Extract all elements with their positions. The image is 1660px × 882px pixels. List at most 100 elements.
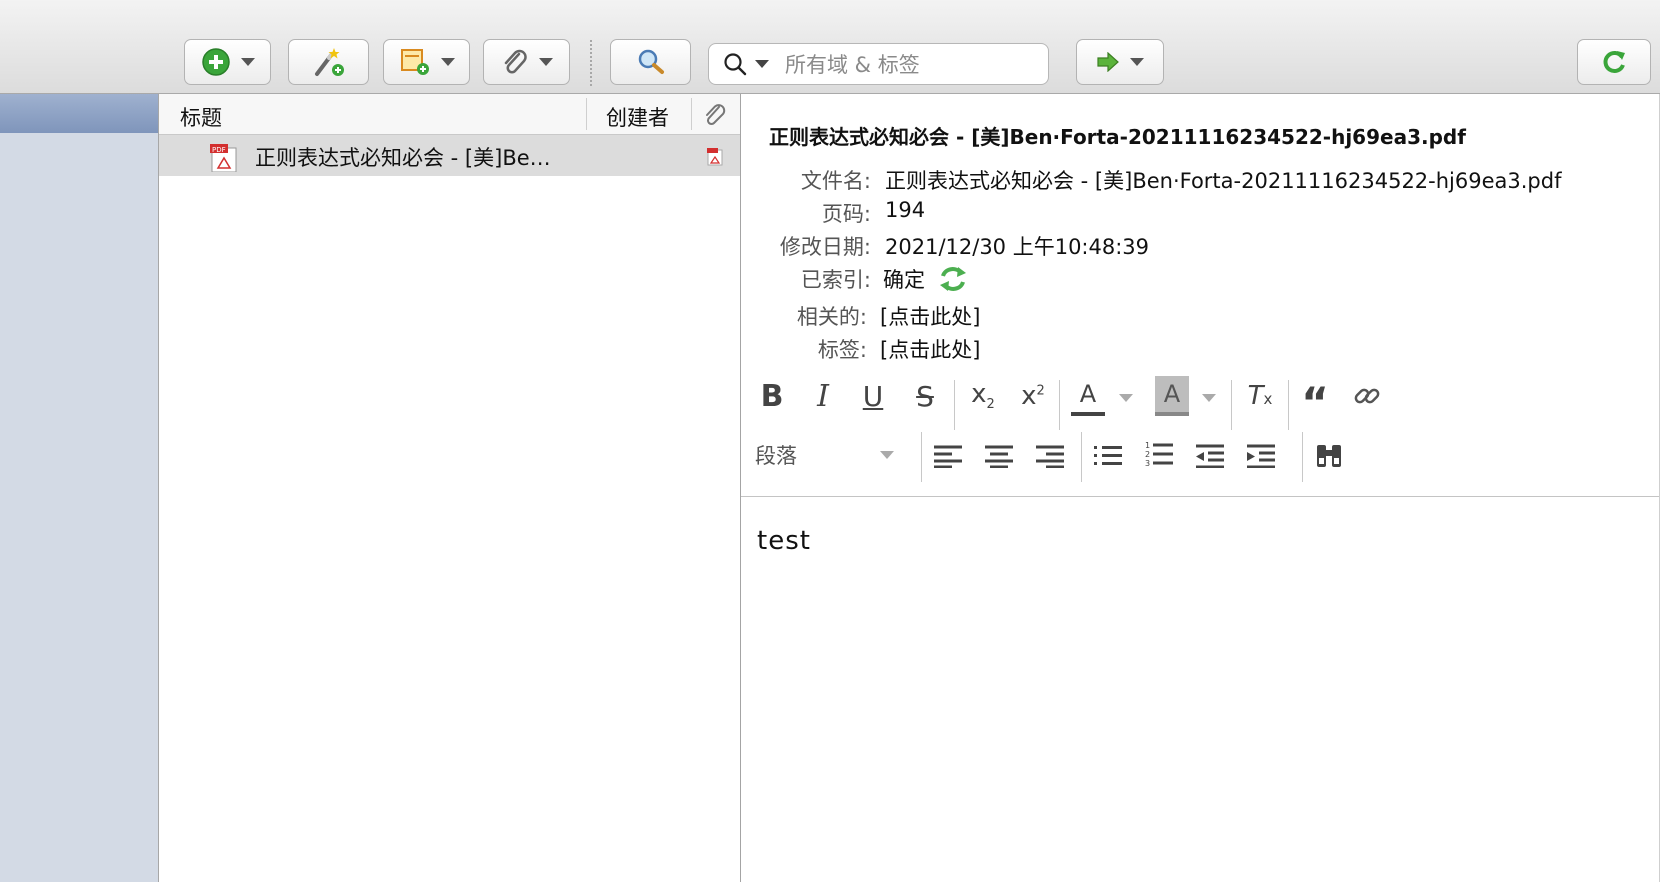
strikethrough-icon: S: [916, 379, 934, 413]
add-by-identifier-button[interactable]: [288, 39, 369, 85]
outdent-icon: [1196, 444, 1224, 468]
attachments-column-paperclip-icon[interactable]: [703, 102, 727, 128]
superscript-button[interactable]: x2: [1013, 376, 1053, 416]
svg-text:1: 1: [1145, 441, 1150, 450]
numbered-list-icon: 123: [1145, 441, 1173, 468]
modified-value: 2021/12/30 上午10:48:39: [885, 235, 1150, 259]
strikethrough-button[interactable]: S: [908, 376, 942, 416]
related-label: 相关的:: [796, 305, 867, 329]
text-color-dropdown[interactable]: [1119, 394, 1133, 402]
svg-text:2: 2: [1145, 450, 1150, 459]
clear-format-icon: Tx: [1247, 381, 1273, 411]
reindex-icon[interactable]: [937, 264, 969, 294]
chevron-down-icon: [1130, 58, 1144, 66]
table-row[interactable]: PDF 正则表达式必知必会 - [美]Be…: [159, 135, 740, 176]
advanced-search-button[interactable]: [610, 39, 691, 85]
subscript-button[interactable]: x2: [963, 376, 1003, 416]
items-header: 标题 创建者: [159, 94, 740, 135]
pages-value: 194: [885, 198, 926, 222]
note-content: test: [757, 526, 811, 556]
chevron-down-icon: [880, 451, 894, 459]
paperclip-icon: [504, 49, 527, 74]
chevron-down-icon: [538, 58, 553, 66]
indent-icon: [1247, 444, 1275, 468]
search-icon: [724, 53, 747, 76]
blockquote-button[interactable]: “: [1298, 376, 1332, 424]
filename-value[interactable]: 正则表达式必知必会 - [美]Ben·Forta-20211116234522-…: [885, 165, 1562, 195]
bullet-list-icon: [1094, 446, 1122, 465]
locate-button[interactable]: [1076, 39, 1164, 85]
toolbar-divider: [1081, 432, 1082, 482]
chevron-down-icon: [440, 58, 455, 66]
related-value[interactable]: [点击此处]: [880, 301, 980, 331]
toolbar-divider: [1231, 380, 1232, 430]
underline-button[interactable]: U: [856, 376, 890, 416]
bold-icon: B: [760, 378, 784, 414]
text-color-button[interactable]: A: [1071, 376, 1105, 416]
pdf-attachment-icon[interactable]: [706, 148, 724, 166]
filename-label: 文件名:: [800, 169, 871, 193]
link-icon: [1354, 388, 1380, 404]
search-input[interactable]: 所有域 & 标签: [708, 43, 1049, 85]
numbered-list-button[interactable]: 123: [1142, 436, 1176, 474]
column-divider[interactable]: [586, 98, 587, 130]
collections-pane: [0, 94, 159, 882]
superscript-icon: x2: [1021, 381, 1045, 411]
tags-value[interactable]: [点击此处]: [880, 334, 980, 364]
bold-button[interactable]: B: [755, 376, 789, 416]
note-editor[interactable]: test: [757, 526, 811, 556]
outdent-button[interactable]: [1193, 438, 1227, 474]
selected-collection[interactable]: [0, 94, 158, 133]
binoculars-icon: [1317, 445, 1341, 467]
magic-wand-icon: [314, 48, 344, 76]
align-center-icon: [985, 445, 1013, 468]
column-header-creator[interactable]: 创建者: [606, 102, 669, 132]
attachment-title[interactable]: 正则表达式必知必会 - [美]Ben·Forta-20211116234522-…: [769, 121, 1466, 150]
subscript-icon: x2: [971, 379, 995, 413]
clear-formatting-button[interactable]: Tx: [1243, 376, 1277, 416]
text-color-icon: A: [1079, 380, 1097, 408]
paragraph-format-select[interactable]: 段落: [755, 436, 905, 474]
highlight-icon: A: [1163, 380, 1181, 408]
align-left-button[interactable]: [931, 438, 965, 474]
sync-icon: [1603, 51, 1625, 73]
item-detail-pane: 正则表达式必知必会 - [美]Ben·Forta-20211116234522-…: [741, 94, 1660, 882]
svg-text:3: 3: [1145, 459, 1150, 468]
italic-icon: I: [817, 378, 829, 414]
item-title: 正则表达式必知必会 - [美]Be…: [255, 146, 551, 170]
tags-label: 标签:: [817, 338, 867, 362]
indexed-label: 已索引:: [800, 268, 871, 292]
bullet-list-button[interactable]: [1091, 438, 1125, 474]
align-right-button[interactable]: [1033, 438, 1067, 474]
zotero-window: 所有域 & 标签 标题 创建者 PDF 正则表达式必知必会 - [美]Be… 正…: [0, 0, 1660, 882]
toolbar-separator: [590, 40, 592, 86]
toolbar-divider: [1302, 432, 1303, 482]
align-center-button[interactable]: [982, 438, 1016, 474]
pdf-icon: PDF: [210, 144, 237, 172]
find-replace-button[interactable]: [1312, 436, 1346, 474]
align-left-icon: [934, 445, 962, 468]
editor-divider: [741, 496, 1660, 497]
underline-icon: U: [862, 379, 884, 413]
paragraph-format-value: 段落: [755, 444, 797, 468]
search-placeholder: 所有域 & 标签: [785, 53, 920, 77]
add-attachment-button[interactable]: [483, 39, 570, 85]
toolbar-divider: [921, 432, 922, 482]
new-item-button[interactable]: [184, 39, 271, 85]
pages-label: 页码:: [821, 202, 871, 226]
items-pane: 标题 创建者 PDF 正则表达式必知必会 - [美]Be…: [159, 94, 741, 882]
sync-button[interactable]: [1577, 39, 1651, 85]
italic-button[interactable]: I: [806, 376, 840, 416]
magnifier-icon: [638, 49, 664, 74]
new-note-button[interactable]: [383, 39, 470, 85]
insert-link-button[interactable]: [1350, 376, 1384, 416]
search-mode-dropdown[interactable]: [755, 60, 769, 68]
toolbar-divider: [954, 380, 955, 430]
column-header-title[interactable]: 标题: [180, 102, 222, 132]
column-divider[interactable]: [691, 98, 692, 130]
highlight-dropdown[interactable]: [1202, 394, 1216, 402]
indent-button[interactable]: [1244, 438, 1278, 474]
add-circle-icon: [201, 48, 230, 76]
highlight-color-button[interactable]: A: [1155, 376, 1189, 416]
modified-label: 修改日期:: [779, 235, 871, 259]
